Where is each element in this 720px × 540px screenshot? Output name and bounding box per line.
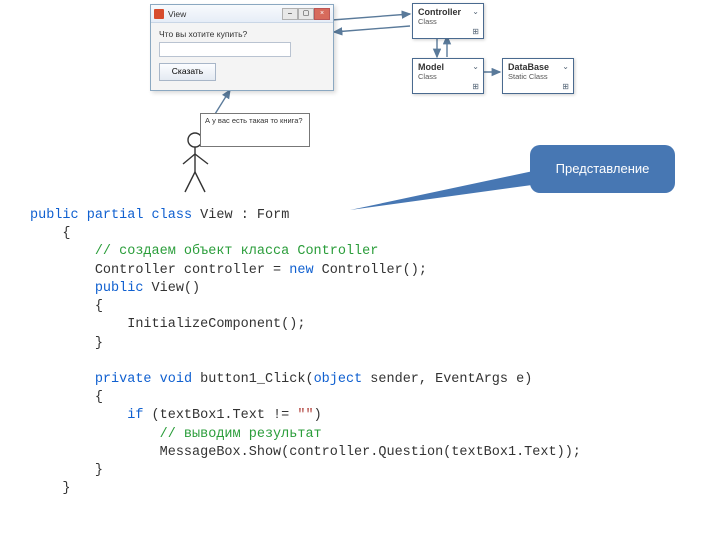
tok: } <box>95 463 103 478</box>
tok: { <box>62 226 70 241</box>
comment: // создаем объект класса Controller <box>95 244 379 259</box>
tok: View() <box>143 281 200 296</box>
uml-model-name: Model <box>418 62 478 72</box>
speech-bubble: А у вас есть такая то книга? <box>200 113 310 147</box>
app-icon <box>154 9 164 19</box>
tok: button1_Click( <box>192 372 314 387</box>
kw: partial <box>87 208 144 223</box>
tok: } <box>95 336 103 351</box>
chevron-icon: ⌄ <box>472 62 479 71</box>
callout-bubble: Представление <box>530 145 675 193</box>
maximize-icon[interactable]: ▢ <box>298 8 314 20</box>
close-icon[interactable]: × <box>314 8 330 20</box>
tok: sender, EventArgs e) <box>362 372 532 387</box>
tok: (textBox1.Text != <box>143 408 297 423</box>
tok: : Form <box>241 208 290 223</box>
kw: new <box>289 263 313 278</box>
text-input[interactable] <box>159 42 291 57</box>
kw: object <box>314 372 363 387</box>
tok: InitializeComponent(); <box>127 317 305 332</box>
uml-database-sub: Static Class <box>508 72 568 81</box>
kw: class <box>152 208 193 223</box>
say-button[interactable]: Сказать <box>159 63 216 81</box>
uml-database: DataBase Static Class ⌄ ⊞ <box>502 58 574 94</box>
uml-model-sub: Class <box>418 72 478 81</box>
uml-controller: Controller Class ⌄ ⊞ <box>412 3 484 39</box>
uml-controller-name: Controller <box>418 7 478 17</box>
comment: // выводим результат <box>160 427 322 442</box>
class-icon: ⊞ <box>562 82 569 91</box>
chevron-icon: ⌄ <box>562 62 569 71</box>
tok: ) <box>314 408 322 423</box>
str: "" <box>297 408 313 423</box>
kw: void <box>160 372 192 387</box>
class-icon: ⊞ <box>472 27 479 36</box>
prompt-label: Что вы хотите купить? <box>159 29 325 39</box>
tok: Controller controller = <box>95 263 289 278</box>
tok: MessageBox.Show(controller.Question(text… <box>160 445 581 460</box>
window-body: Что вы хотите купить? Сказать <box>151 23 333 87</box>
uml-model: Model Class ⌄ ⊞ <box>412 58 484 94</box>
kw: public <box>30 208 79 223</box>
tok: { <box>95 390 103 405</box>
chevron-icon: ⌄ <box>472 7 479 16</box>
window-title: View <box>168 9 186 19</box>
minimize-icon[interactable]: – <box>282 8 298 20</box>
tok: Controller(); <box>314 263 427 278</box>
uml-controller-sub: Class <box>418 17 478 26</box>
view-window: View – ▢ × Что вы хотите купить? Сказать <box>150 4 334 91</box>
tok: } <box>62 481 70 496</box>
class-icon: ⊞ <box>472 82 479 91</box>
window-titlebar: View – ▢ × <box>151 5 333 23</box>
kw: public <box>95 281 144 296</box>
tok: View <box>200 208 232 223</box>
uml-database-name: DataBase <box>508 62 568 72</box>
kw: private <box>95 372 152 387</box>
code-block: public partial class View : Form { // со… <box>30 207 581 499</box>
callout-text: Представление <box>556 162 650 177</box>
kw: if <box>127 408 143 423</box>
tok: { <box>95 299 103 314</box>
